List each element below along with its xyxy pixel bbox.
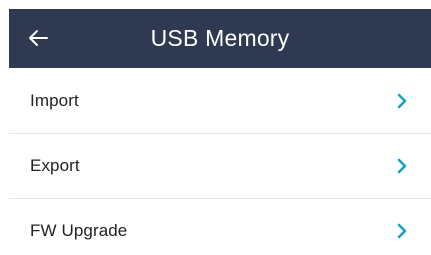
menu-item-label: Import	[30, 90, 79, 110]
app-header: USB Memory	[9, 9, 431, 68]
usb-memory-screen: USB Memory Import Export FW Upgrade	[0, 0, 431, 255]
menu-item-export[interactable]: Export	[9, 133, 431, 198]
usb-menu-list: Import Export FW Upgrade	[9, 68, 431, 255]
chevron-right-icon	[395, 93, 409, 109]
menu-item-fw-upgrade[interactable]: FW Upgrade	[9, 198, 431, 255]
page-title: USB Memory	[150, 25, 290, 51]
menu-item-label: FW Upgrade	[30, 221, 128, 240]
menu-item-label: Export	[30, 156, 80, 175]
chevron-right-icon	[395, 223, 409, 239]
menu-item-import[interactable]: Import	[9, 68, 431, 133]
chevron-right-icon	[395, 158, 409, 174]
